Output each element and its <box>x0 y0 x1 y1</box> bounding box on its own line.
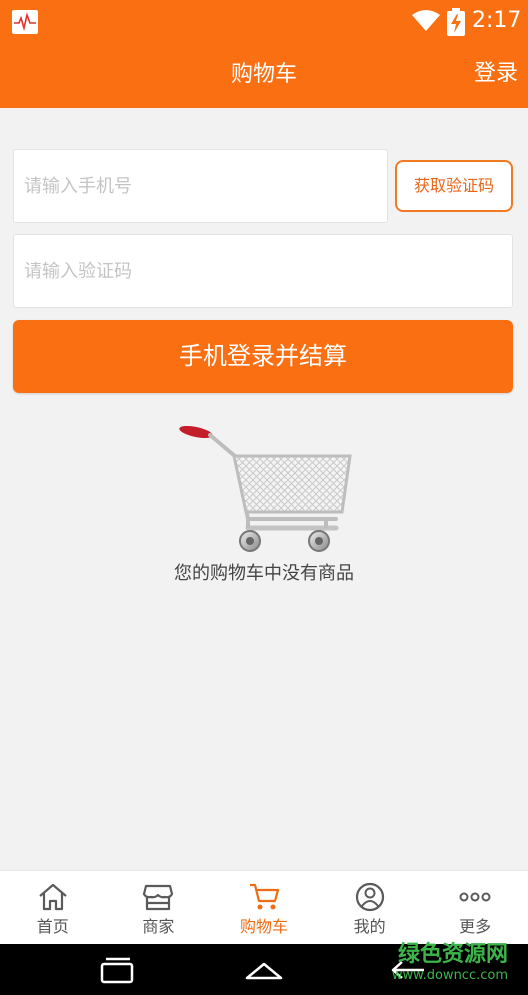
tab-cart[interactable]: 购物车 <box>211 871 317 944</box>
tab-home[interactable]: 首页 <box>0 871 106 944</box>
login-button[interactable]: 登录 <box>474 59 518 89</box>
home-icon <box>39 883 67 911</box>
tab-more[interactable]: 更多 <box>422 871 528 944</box>
user-icon <box>355 882 384 912</box>
cart-icon <box>249 883 280 910</box>
empty-cart-illustration <box>179 425 352 552</box>
empty-cart-message: 您的购物车中没有商品 <box>174 563 354 584</box>
verification-code-input[interactable] <box>13 234 513 308</box>
tab-label: 更多 <box>459 917 492 936</box>
get-verification-code-button[interactable]: 获取验证码 <box>395 160 513 212</box>
phone-login-checkout-button[interactable]: 手机登录并结算 <box>13 320 513 393</box>
watermark-url: www.downcc.com <box>391 968 508 983</box>
status-bar: 2:17 <box>0 0 528 42</box>
wifi-icon <box>412 10 440 31</box>
watermark: 绿色资源网 www.downcc.com <box>392 942 508 984</box>
activity-monitor-icon <box>12 10 38 34</box>
recent-apps-icon[interactable] <box>100 956 136 984</box>
more-icon <box>459 892 491 902</box>
store-icon <box>143 884 174 911</box>
watermark-title: 绿色资源网 <box>397 942 508 967</box>
tab-label: 首页 <box>36 917 69 936</box>
bottom-tab-bar: 首页 商家 购物车 我的 更多 <box>0 870 528 944</box>
battery-charging-icon <box>447 8 465 36</box>
clock-time: 2:17 <box>472 8 522 33</box>
page-title: 购物车 <box>230 62 297 87</box>
tab-label: 我的 <box>353 917 386 936</box>
tab-mine[interactable]: 我的 <box>317 871 423 944</box>
tab-store[interactable]: 商家 <box>106 871 212 944</box>
app-bar: 购物车 登录 <box>0 42 528 108</box>
tab-label: 购物车 <box>239 917 288 936</box>
tab-label: 商家 <box>142 917 175 936</box>
phone-number-input[interactable] <box>13 149 388 223</box>
home-button-icon[interactable] <box>244 956 284 984</box>
